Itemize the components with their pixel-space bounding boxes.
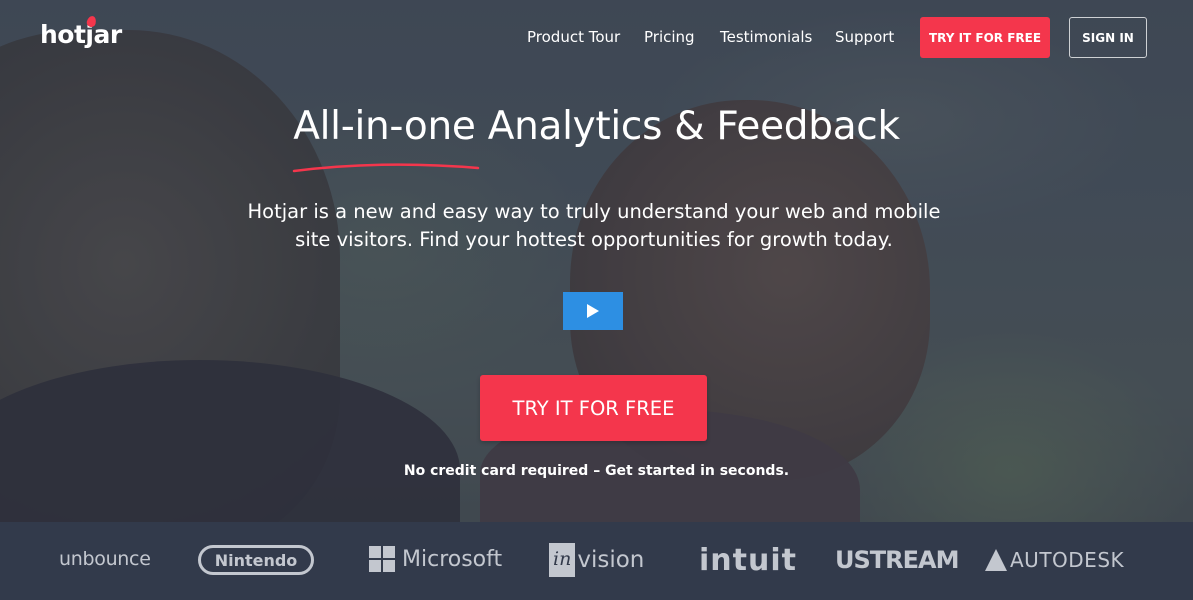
play-video-button[interactable] <box>563 292 623 330</box>
hero-subtext: Hotjar is a new and easy way to truly un… <box>247 200 941 251</box>
intuit-logo: intuit <box>699 543 797 578</box>
autodesk-logo: AUTODESK <box>985 548 1124 572</box>
customer-logos-bar: unbounce Nintendo Microsoft in vision in… <box>0 522 1193 600</box>
headline-underline <box>292 163 480 173</box>
nav-product-tour[interactable]: Product Tour <box>527 28 620 46</box>
try-free-hero-button[interactable]: TRY IT FOR FREE <box>480 375 707 441</box>
autodesk-logo-text: AUTODESK <box>1010 548 1125 572</box>
microsoft-windows-icon <box>369 546 395 572</box>
autodesk-a-icon <box>985 549 1007 571</box>
hero-headline: All-in-one Analytics & Feedback <box>293 104 900 149</box>
invision-logo: in vision <box>549 543 644 577</box>
ustream-logo: USTREAM <box>835 546 959 574</box>
microsoft-logo-text: Microsoft <box>402 546 503 572</box>
play-icon <box>587 304 599 318</box>
no-credit-card-note: No credit card required – Get started in… <box>403 463 790 479</box>
sign-in-button[interactable]: SIGN IN <box>1069 17 1147 58</box>
hero-overlay <box>0 0 1193 522</box>
invision-in-mark: in <box>549 543 576 577</box>
try-free-nav-button[interactable]: TRY IT FOR FREE <box>920 17 1050 58</box>
nintendo-logo: Nintendo <box>198 545 314 575</box>
nav-pricing[interactable]: Pricing <box>644 28 695 46</box>
unbounce-logo: unbounce <box>59 548 151 570</box>
nav-testimonials[interactable]: Testimonials <box>720 28 812 46</box>
hero-background <box>0 0 1193 522</box>
hotjar-logo[interactable]: hotjar <box>40 20 122 49</box>
microsoft-logo: Microsoft <box>369 546 502 572</box>
nav-support[interactable]: Support <box>835 28 894 46</box>
top-nav: hotjar Product Tour Pricing Testimonials… <box>0 0 1193 75</box>
invision-logo-text: vision <box>577 547 645 573</box>
